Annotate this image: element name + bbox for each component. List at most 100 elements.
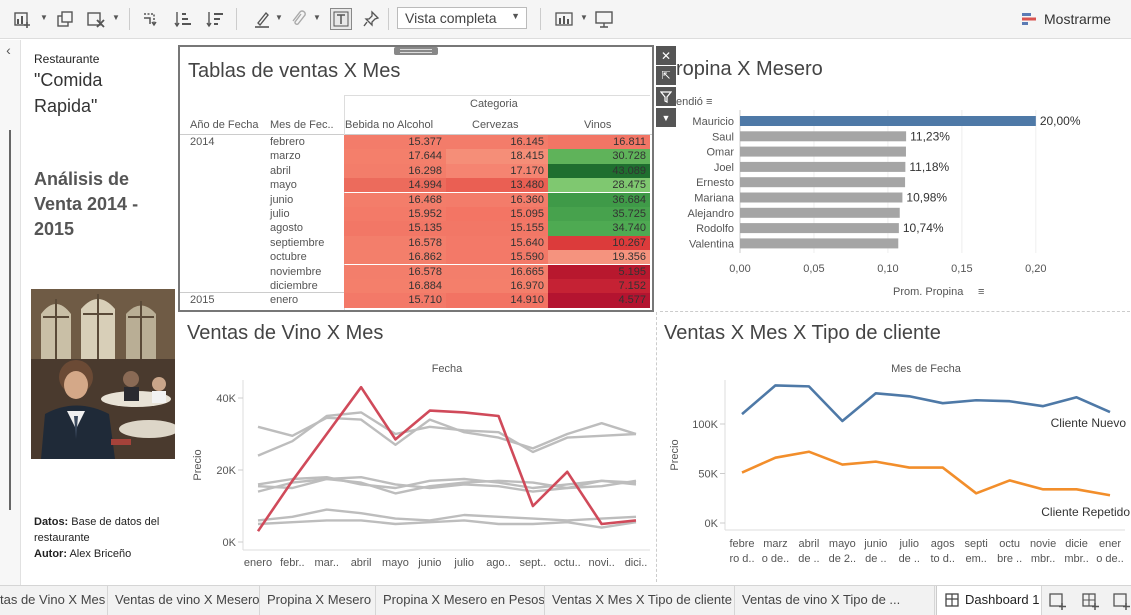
crosstab-cell[interactable]: 16.578 (344, 235, 446, 250)
crosstab-cell[interactable]: 17.170 (446, 163, 548, 178)
x-tick-label-line2: de 2.. (829, 553, 857, 565)
crosstab-cell[interactable]: 16.665 (446, 264, 548, 279)
crosstab-cell[interactable]: 36.684 (548, 192, 650, 207)
crosstab-cell[interactable]: 14.994 (344, 178, 446, 193)
tab-propina-mesero-pesos[interactable]: Propina X Mesero en Pesos (376, 586, 545, 615)
chart-type-icon[interactable] (554, 8, 576, 30)
crosstab-cell[interactable]: 28.475 (548, 178, 650, 193)
clear-sheet-icon[interactable] (85, 8, 107, 30)
y-tick-label: 0K (223, 537, 237, 549)
sort-descending-icon[interactable] (204, 8, 226, 30)
crosstab-cell[interactable]: 15.095 (446, 207, 548, 222)
chevron-down-icon[interactable]: ▼ (580, 13, 588, 22)
x-tick-label: ener (1099, 538, 1121, 550)
crosstab-cell[interactable]: 17.644 (344, 149, 446, 164)
crosstab-cell[interactable]: 15.640 (446, 235, 548, 250)
series-label-nuevo: Cliente Nuevo (1051, 416, 1127, 430)
crosstab-cell[interactable]: 16.298 (344, 163, 446, 178)
x-tick-label: ago.. (486, 557, 510, 569)
bar (740, 116, 1036, 126)
highlight-icon[interactable] (251, 8, 273, 30)
crosstab-cell[interactable]: 5.195 (548, 264, 650, 279)
crosstab-cell[interactable]: 16.578 (344, 264, 446, 279)
show-me-button[interactable]: Mostrarme (1022, 8, 1111, 30)
chevron-down-icon[interactable]: ▼ (313, 13, 321, 22)
bar-category-label: Valentina (689, 238, 735, 250)
bar-category-label: Saul (712, 131, 734, 143)
crosstab-cell[interactable]: 34.740 (548, 221, 650, 236)
new-story-tab-icon[interactable] (1111, 590, 1131, 612)
crosstab-cell[interactable]: 16.145 (446, 135, 548, 150)
crosstab-cell[interactable]: 15.155 (446, 221, 548, 236)
crosstab-cell[interactable]: 15.590 (446, 250, 548, 265)
crosstab-cell[interactable]: 13.480 (446, 178, 548, 193)
crosstab-cell[interactable]: 18.415 (446, 149, 548, 164)
drag-handle[interactable] (394, 47, 438, 55)
crosstab-cell[interactable]: 16.360 (446, 192, 548, 207)
new-worksheet-tab-icon[interactable] (1047, 590, 1069, 612)
toolbar-divider (129, 8, 130, 30)
group-icon[interactable] (287, 8, 309, 30)
crosstab-cell[interactable]: 16.884 (344, 279, 446, 294)
crosstab-cell[interactable]: 16.970 (446, 279, 548, 294)
crosstab-cell[interactable]: 15.377 (344, 135, 446, 150)
crosstab-cell[interactable]: 30.728 (548, 149, 650, 164)
x-tick-label-line2: de .. (798, 553, 819, 565)
tab-ventas-vino-mesero[interactable]: Ventas de vino X Mesero (108, 586, 260, 615)
bar (740, 161, 906, 172)
crosstab-cell[interactable]: 16.468 (344, 192, 446, 207)
crosstab-cell[interactable]: 16.862 (344, 250, 446, 265)
sort-ascending-icon[interactable] (172, 8, 194, 30)
crosstab-cell[interactable]: 16.811 (548, 135, 650, 150)
crosstab-cell[interactable]: 7.152 (548, 279, 650, 294)
col-header-vinos: Vinos (584, 119, 612, 131)
x-tick-label: 0,10 (877, 263, 898, 275)
bar-data-label: 10,74% (903, 221, 944, 235)
sort-icon[interactable]: ≡ (706, 96, 712, 108)
new-dashboard-tab-icon[interactable] (1080, 590, 1102, 612)
crosstab-year-label: 2015 (190, 294, 215, 307)
chevron-down-icon[interactable]: ▼ (275, 13, 283, 22)
crosstab-cell[interactable]: 4.577 (548, 293, 650, 308)
crosstab-month-label: octubre (270, 251, 307, 264)
crosstab-cell[interactable]: 15.710 (344, 293, 446, 308)
chevron-down-icon[interactable]: ▼ (112, 13, 120, 22)
crosstab-cell[interactable]: 10.267 (548, 235, 650, 250)
chevron-down-icon[interactable]: ▼ (40, 13, 48, 22)
crosstab-cell[interactable]: 15.135 (344, 221, 446, 236)
crosstab-cell[interactable]: 14.910 (446, 293, 548, 308)
label-icon[interactable] (330, 8, 352, 30)
duplicate-icon[interactable] (54, 8, 76, 30)
view-select[interactable]: Vista completa ▼ (397, 7, 527, 29)
bar-data-label: 10,98% (906, 191, 947, 205)
pin-icon[interactable] (360, 8, 382, 30)
x-tick-label: novie (1030, 538, 1056, 550)
bar-data-label: 20,00% (1040, 114, 1081, 128)
crosstab-cell[interactable]: 43.089 (548, 163, 650, 178)
crosstab-cell[interactable]: 19.356 (548, 250, 650, 265)
vino-chart: Fecha 40K 20K 0K Precio enero febr.. mar.. abril… (192, 363, 650, 569)
crosstab-cell[interactable]: 15.952 (344, 207, 446, 222)
x-tick-label-line2: bre .. (997, 553, 1022, 565)
tab-ventas-vino-tipo[interactable]: Ventas de vino X Tipo de ... (735, 586, 935, 615)
collapse-panel-icon[interactable]: ‹ (0, 42, 17, 62)
tab-propina-mesero[interactable]: Propina X Mesero (260, 586, 376, 615)
filter-icon[interactable] (656, 87, 676, 106)
x-tick-label-line2: o de.. (762, 553, 790, 565)
bar-data-label: 11,23% (910, 129, 950, 143)
crosstab-sheet[interactable]: Tablas de ventas X Mes Categoria Año de … (178, 45, 654, 312)
crosstab-cell[interactable]: 35.725 (548, 207, 650, 222)
x-tick-label: mar.. (315, 557, 339, 569)
y-tick-label: 100K (692, 419, 718, 431)
tab-dashboard-1[interactable]: Dashboard 1 (936, 586, 1042, 615)
tab-ventas-tipo-cliente[interactable]: Ventas X Mes X Tipo de cliente (545, 586, 735, 615)
tab-ventas-vino-mes[interactable]: tas de Vino X Mes (0, 586, 108, 615)
swap-axes-icon[interactable] (139, 8, 161, 30)
x-tick-label: 0,00 (729, 263, 750, 275)
analysis-title-line3: 2015 (34, 219, 75, 239)
new-worksheet-icon[interactable] (11, 8, 33, 30)
go-to-sheet-icon[interactable]: ⇱ (656, 66, 676, 85)
presentation-icon[interactable] (594, 8, 616, 30)
close-icon[interactable]: ✕ (656, 46, 676, 65)
bar-category-label: Ernesto (696, 177, 734, 189)
